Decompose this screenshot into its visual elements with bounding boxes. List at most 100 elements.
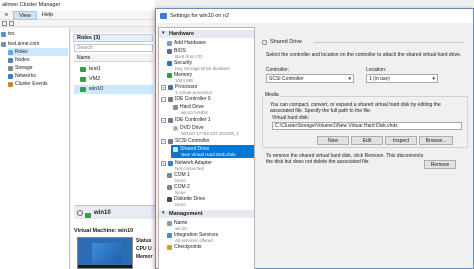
network-adapter-icon — [168, 160, 173, 166]
fcm-title: ailover Cluster Manager — [0, 0, 155, 11]
cluster-manager-icon — [1, 31, 6, 37]
hw-item-add-hardware[interactable]: Add Hardware — [167, 40, 206, 46]
settings-title: Settings for win10 on n2 — [156, 9, 473, 23]
menu-view[interactable]: View — [13, 10, 37, 20]
new-button[interactable]: New — [317, 136, 349, 145]
controller-label: Controller: — [266, 67, 290, 73]
storage-icon — [8, 65, 13, 71]
events-icon — [8, 81, 13, 87]
browse-button[interactable]: Browse... — [419, 136, 453, 145]
collapse-triangle-icon[interactable]: ▾ — [162, 211, 166, 216]
hw-sub: All services offered — [175, 238, 213, 243]
bios-icon — [167, 48, 172, 54]
cluster-icon — [1, 41, 6, 47]
controller-select[interactable]: SCSI Controller ▾ — [266, 74, 354, 83]
heading-divider — [314, 42, 464, 43]
tree-label: Roles — [15, 49, 28, 55]
hw-sub: None — [175, 202, 186, 207]
com-port-icon — [167, 172, 172, 178]
vm-icon — [85, 210, 91, 224]
tree-label: Storage — [15, 65, 33, 71]
hw-sub: 1 Virtual processor — [175, 90, 213, 95]
vm-thumbnail[interactable] — [77, 237, 133, 269]
menu-file[interactable]: e — [0, 11, 13, 20]
collapse-icon[interactable]: − — [161, 117, 166, 123]
settings-window-icon — [160, 13, 167, 19]
tree-item-storage[interactable]: Storage — [8, 64, 33, 72]
mgmt-item-checkpoints[interactable]: Checkpoints — [167, 244, 202, 250]
collapse-icon[interactable]: − — [161, 96, 166, 102]
heading-label: Shared Drive — [270, 39, 303, 45]
chevron-down-icon: ▾ — [348, 76, 351, 82]
hw-sub: New Virtual Hard Disk.vhdx — [181, 152, 236, 157]
checkpoints-icon — [167, 244, 172, 250]
shield-icon — [167, 60, 172, 66]
add-hardware-icon — [167, 40, 172, 46]
forward-icon[interactable] — [9, 21, 14, 26]
section-label: Management — [169, 211, 203, 217]
fcm-menu-bar: e View Help — [0, 10, 155, 20]
role-detail-header[interactable]: win10 — [74, 205, 155, 219]
tree-item-roles[interactable]: Roles — [8, 48, 68, 56]
hw-item-scsi-controller[interactable]: − SCSI Controller — [161, 138, 210, 144]
collapse-icon[interactable] — [77, 210, 83, 216]
diskette-icon — [167, 196, 172, 202]
hw-sub: 1024 MB — [175, 78, 194, 83]
edit-button[interactable]: Edit — [351, 136, 383, 145]
collapse-triangle-icon[interactable]: ▾ — [162, 31, 166, 36]
tree-label: Cluster Events — [15, 81, 48, 87]
collapse-icon[interactable]: − — [161, 138, 166, 144]
chevron-down-icon: ▾ — [432, 76, 435, 82]
tree-item-nodes[interactable]: Nodes — [8, 56, 29, 64]
hw-item-ide-controller-1[interactable]: − IDE Controller 1 — [161, 117, 211, 123]
tree-item-cluster[interactable]: test.anne.com — [1, 40, 39, 48]
hw-label: IDE Controller 1 — [175, 117, 211, 123]
tree-item-cluster-events[interactable]: Cluster Events — [8, 80, 48, 88]
remove-button[interactable]: Remove — [424, 160, 456, 169]
management-section-header[interactable]: Management — [159, 210, 254, 218]
expand-icon[interactable]: + — [161, 160, 166, 166]
navigation-tree: tes test.anne.com Roles Nodes Storage Ne… — [0, 28, 70, 269]
hw-sub: win10-\VHDX — [181, 110, 209, 115]
roles-search-input[interactable]: Search — [74, 44, 153, 52]
inspect-button[interactable]: Inspect — [385, 136, 417, 145]
controller-value: SCSI Controller — [269, 76, 304, 82]
shared-drive-settings: Shared Drive Select the controller and l… — [258, 27, 473, 269]
role-row[interactable]: VM2 — [74, 75, 153, 84]
expand-icon[interactable]: + — [161, 84, 166, 90]
shared-drive-heading: Shared Drive — [262, 39, 302, 45]
integration-services-icon — [167, 232, 172, 238]
tree-label: test.anne.com — [8, 41, 40, 47]
role-name: win10 — [89, 86, 104, 92]
role-row[interactable]: win10 — [74, 85, 153, 94]
hw-label: Add Hardware — [174, 40, 206, 46]
vhd-path-input[interactable]: C:\ClusterStorage\Volume1\New Virtual Ha… — [272, 122, 462, 130]
hw-sub: win10 — [175, 226, 187, 231]
role-detail-title: win10 — [94, 210, 111, 216]
tree-label: Networks — [15, 73, 36, 79]
ide-controller-icon — [168, 117, 173, 123]
tree-item-fcm[interactable]: tes — [1, 30, 15, 38]
hardware-section-header[interactable]: Hardware — [159, 30, 254, 38]
roles-column-header[interactable]: Name — [74, 54, 153, 62]
intro-text: Select the controller and location on th… — [266, 52, 462, 58]
hw-sub: None — [175, 178, 186, 183]
hw-sub: None — [175, 190, 186, 195]
vm-icon — [80, 67, 86, 72]
scsi-controller-icon — [168, 138, 173, 144]
hw-item-ide-controller-0[interactable]: − IDE Controller 0 — [161, 96, 211, 102]
role-row[interactable]: test1 — [74, 65, 153, 74]
tree-item-networks[interactable]: Networks — [8, 72, 36, 80]
taskbar-preview — [78, 265, 132, 268]
location-select[interactable]: 1 (in use) ▾ — [366, 74, 438, 83]
hw-sub: Boot from CD — [175, 54, 203, 59]
back-icon[interactable] — [2, 21, 7, 26]
hw-item-diskette-drive[interactable]: Diskette Drive — [167, 196, 205, 202]
roles-title: Roles (3) — [73, 34, 153, 42]
nodes-icon — [8, 57, 13, 63]
memory-icon — [167, 72, 172, 78]
hw-sub: Not connected — [175, 166, 205, 171]
tree-label: tes — [8, 31, 15, 37]
menu-help[interactable]: Help — [37, 11, 58, 20]
com-port-icon — [167, 184, 172, 190]
